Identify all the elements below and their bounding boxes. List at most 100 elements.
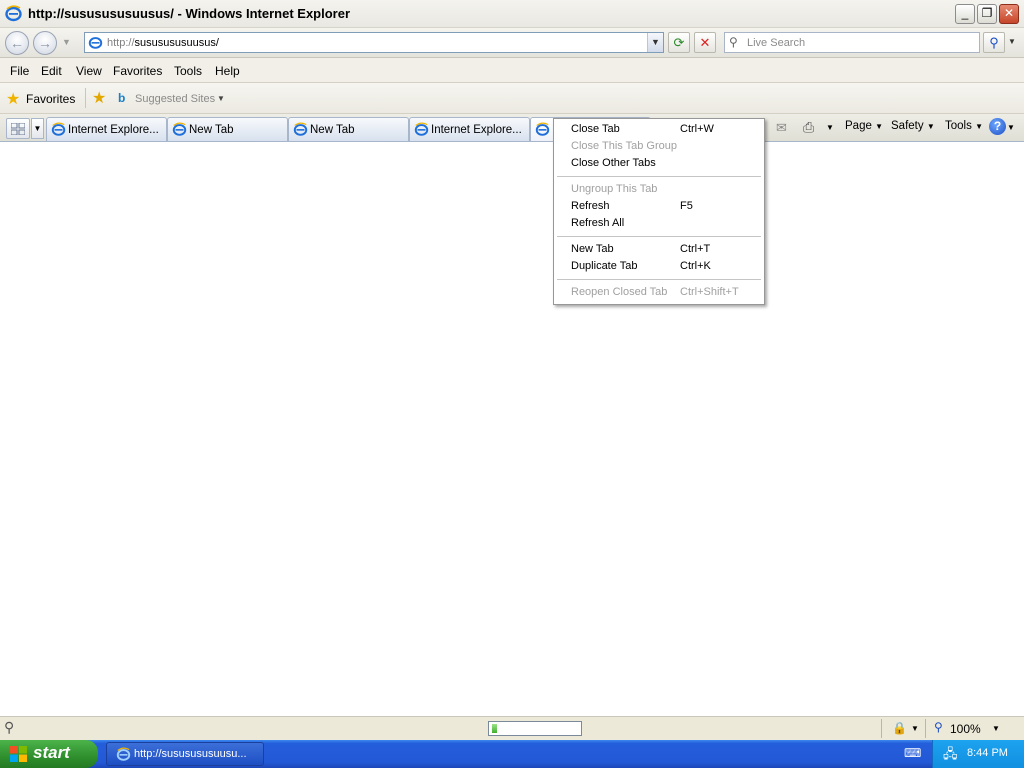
menu-bar: File Edit View Favorites Tools Help <box>0 58 1024 83</box>
protected-mode-dropdown[interactable]: ▼ <box>911 724 919 733</box>
keyboard-icon[interactable]: ⌨ <box>904 746 921 760</box>
progress-bar <box>488 721 582 736</box>
add-to-favorites-icon[interactable]: ★ <box>92 88 106 108</box>
tab-ie-icon <box>293 122 308 136</box>
taskbar: start http://sususususuusu... ⌨ 🖧 8:44 P… <box>0 740 1024 768</box>
tab-ie-icon <box>172 122 187 136</box>
address-host: sususususuusus/ <box>134 37 219 49</box>
tab-list-dropdown[interactable]: ▼ <box>31 118 44 139</box>
tab-context-menu: Close Tab Ctrl+W Close This Tab Group Cl… <box>553 118 765 305</box>
tab-4[interactable]: Internet Explore... <box>409 117 530 141</box>
zoom-level[interactable]: 100% <box>950 722 981 736</box>
menu-item-close-other-tabs[interactable]: Close Other Tabs <box>571 157 656 169</box>
help-icon[interactable]: ? <box>989 118 1006 135</box>
favorites-label: Favorites <box>26 92 76 106</box>
menu-item-new-tab[interactable]: New Tab <box>571 243 614 255</box>
minimize-button[interactable]: _ <box>955 4 975 24</box>
quick-tabs-icon[interactable] <box>6 118 30 139</box>
zoom-dropdown[interactable]: ▼ <box>992 724 1000 733</box>
taskbar-ie-icon <box>116 747 131 761</box>
stop-icon[interactable]: ✕ <box>694 32 716 53</box>
menu-favorites[interactable]: Favorites <box>113 64 162 78</box>
suggested-sites-button[interactable]: b Suggested Sites ▼ <box>118 89 228 109</box>
window-title: http://sususususuusus/ - Windows Interne… <box>28 6 351 21</box>
menu-tools[interactable]: Tools <box>174 64 202 78</box>
status-divider <box>881 719 882 738</box>
menu-item-duplicate-tab[interactable]: Duplicate Tab <box>571 260 637 272</box>
back-button[interactable]: ← <box>5 31 29 55</box>
status-bar: ⚲ 🔒 ▼ ⚲ 100% ▼ <box>0 716 1024 740</box>
bing-icon: b <box>118 91 126 105</box>
tools-menu-button[interactable]: Tools ▼ <box>945 120 983 132</box>
page-ie-icon <box>88 37 103 49</box>
start-label: start <box>33 743 70 762</box>
clock[interactable]: 8:44 PM <box>967 747 1008 759</box>
forward-button[interactable]: → <box>33 31 57 55</box>
page-menu-button[interactable]: Page ▼ <box>845 120 883 132</box>
network-icon[interactable]: 🖧 <box>943 745 958 767</box>
page-dropdown-icon: ▼ <box>875 122 883 131</box>
progress-fill <box>492 724 497 733</box>
shortcut-reopen-closed-tab: Ctrl+Shift+T <box>680 286 739 298</box>
help-dropdown-icon[interactable]: ▼ <box>1007 123 1015 132</box>
tab-label: Internet Explore... <box>431 124 522 136</box>
favorites-button[interactable]: ★ Favorites <box>6 89 80 109</box>
favorites-bar: ★ Favorites ★ b Suggested Sites ▼ <box>0 83 1024 114</box>
menu-item-refresh-all[interactable]: Refresh All <box>571 217 624 229</box>
start-button[interactable]: start <box>0 740 98 768</box>
title-bar: http://sususususuusus/ - Windows Interne… <box>0 0 1024 28</box>
menu-view[interactable]: View <box>76 64 102 78</box>
search-icon[interactable]: ⚲ <box>983 32 1005 53</box>
menu-file[interactable]: File <box>10 64 29 78</box>
menu-item-close-tab[interactable]: Close Tab <box>571 123 620 135</box>
tools-dropdown-icon: ▼ <box>975 122 983 131</box>
taskbar-item-ie[interactable]: http://sususususuusu... <box>106 742 264 766</box>
tab-label: New Tab <box>189 124 234 136</box>
suggested-sites-label: Suggested Sites <box>135 93 216 105</box>
shortcut-duplicate-tab: Ctrl+K <box>680 260 711 272</box>
search-box[interactable]: ⚲ Live Search <box>724 32 980 53</box>
address-bar[interactable]: http://sususususuusus/ ▼ <box>84 32 664 53</box>
tab-3[interactable]: New Tab <box>288 117 409 141</box>
search-options-dropdown[interactable]: ▼ <box>1008 37 1016 46</box>
refresh-icon[interactable]: ⟳ <box>668 32 690 53</box>
close-window-button[interactable]: ✕ <box>999 4 1019 24</box>
menu-edit[interactable]: Edit <box>41 64 62 78</box>
zoom-icon[interactable]: ⚲ <box>934 720 943 734</box>
taskbar-item-label: http://sususususuusu... <box>134 748 247 760</box>
menu-separator <box>557 279 761 280</box>
ie-logo-icon <box>5 5 22 22</box>
menu-help[interactable]: Help <box>215 64 240 78</box>
tab-ie-icon <box>535 122 550 136</box>
recent-pages-dropdown[interactable]: ▼ <box>62 37 71 47</box>
safety-dropdown-icon: ▼ <box>926 122 935 131</box>
tab-bar: ▼ Internet Explore... New Tab New Tab In… <box>0 114 1024 142</box>
favbar-divider <box>85 88 86 108</box>
menu-item-reopen-closed-tab: Reopen Closed Tab <box>571 286 668 298</box>
print-dropdown-icon[interactable]: ▼ <box>826 123 834 132</box>
menu-item-refresh[interactable]: Refresh <box>571 200 610 212</box>
address-protocol: http:// <box>107 37 135 49</box>
tab-ie-icon <box>51 122 66 136</box>
tab-2[interactable]: New Tab <box>167 117 288 141</box>
read-mail-icon[interactable]: ✉ <box>776 120 787 136</box>
windows-logo-icon <box>10 746 27 762</box>
suggested-sites-dropdown-icon: ▼ <box>217 94 225 103</box>
navigation-bar: ← → ▼ http://sususususuusus/ ▼ ⟳ ✕ ⚲ Liv… <box>0 28 1024 58</box>
address-dropdown-button[interactable]: ▼ <box>647 33 663 52</box>
tab-1[interactable]: Internet Explore... <box>46 117 167 141</box>
address-text: http://sususususuusus/ <box>107 37 219 49</box>
safety-menu-label: Safety <box>891 120 924 132</box>
restore-button[interactable]: ❐ <box>977 4 997 24</box>
protected-mode-icon[interactable]: 🔒 <box>892 721 907 735</box>
menu-separator <box>557 176 761 177</box>
shortcut-close-tab: Ctrl+W <box>680 123 714 135</box>
shortcut-refresh: F5 <box>680 200 693 212</box>
print-icon[interactable]: ⎙ <box>803 119 814 136</box>
page-content[interactable] <box>0 142 1024 716</box>
system-tray: 🖧 8:44 PM <box>932 740 1024 768</box>
status-divider <box>925 719 926 738</box>
tab-label: New Tab <box>310 124 355 136</box>
safety-menu-button[interactable]: Safety ▼ <box>891 120 935 132</box>
favorites-star-icon: ★ <box>6 91 21 108</box>
